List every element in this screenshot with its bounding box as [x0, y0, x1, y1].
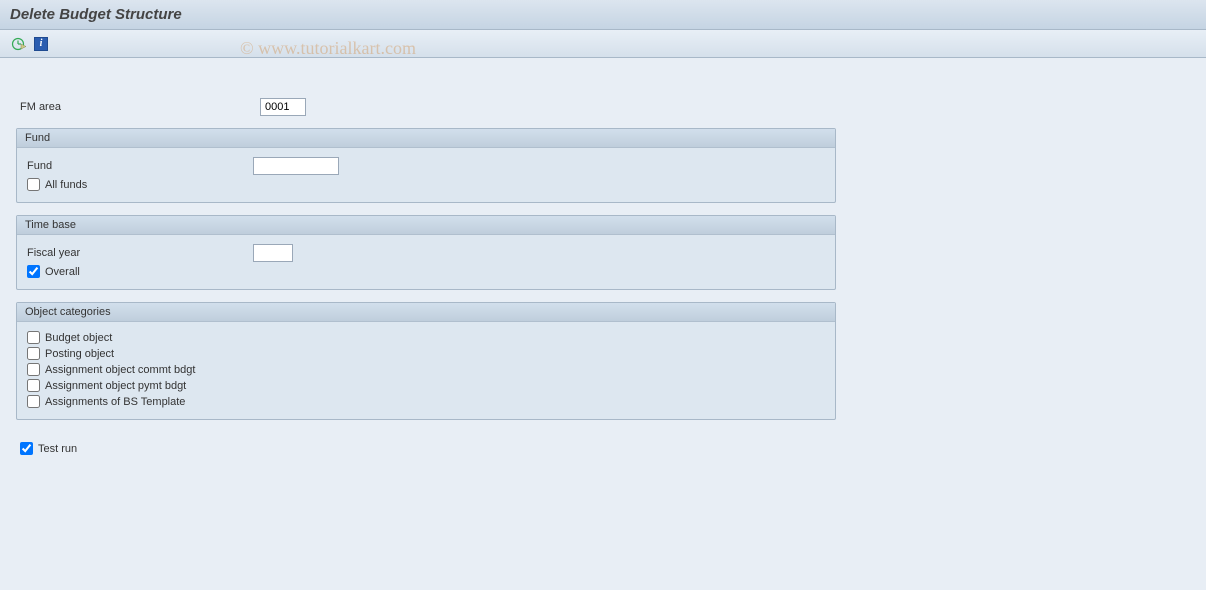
execute-icon[interactable]	[10, 35, 28, 53]
overall-row: Overall	[27, 265, 825, 278]
test-run-row: Test run	[20, 442, 1190, 455]
fund-input[interactable]	[253, 157, 339, 175]
posting-object-label: Posting object	[45, 348, 114, 360]
time-base-title: Time base	[17, 216, 835, 235]
title-bar: Delete Budget Structure	[0, 0, 1206, 30]
assign-pymt-label: Assignment object pymt bdgt	[45, 380, 186, 392]
assign-commt-checkbox[interactable]	[27, 363, 40, 376]
fiscal-year-row: Fiscal year	[27, 244, 825, 262]
assign-commt-row: Assignment object commt bdgt	[27, 363, 825, 376]
overall-checkbox[interactable]	[27, 265, 40, 278]
test-run-label: Test run	[38, 443, 77, 455]
assign-commt-label: Assignment object commt bdgt	[45, 364, 195, 376]
posting-object-row: Posting object	[27, 347, 825, 360]
fm-area-label: FM area	[20, 101, 260, 113]
fm-area-row: FM area	[16, 98, 1190, 116]
overall-label: Overall	[45, 266, 80, 278]
budget-object-label: Budget object	[45, 332, 112, 344]
assign-bs-template-label: Assignments of BS Template	[45, 396, 185, 408]
time-base-group: Time base Fiscal year Overall	[16, 215, 836, 290]
all-funds-checkbox[interactable]	[27, 178, 40, 191]
fund-field-row: Fund	[27, 157, 825, 175]
assign-bs-template-checkbox[interactable]	[27, 395, 40, 408]
assign-bs-template-row: Assignments of BS Template	[27, 395, 825, 408]
info-icon[interactable]: i	[34, 37, 48, 51]
content-area: FM area Fund Fund All funds Time base Fi…	[0, 58, 1206, 474]
fund-group-title: Fund	[17, 129, 835, 148]
fund-group: Fund Fund All funds	[16, 128, 836, 203]
assign-pymt-checkbox[interactable]	[27, 379, 40, 392]
assign-pymt-row: Assignment object pymt bdgt	[27, 379, 825, 392]
fund-label: Fund	[27, 160, 253, 172]
fiscal-year-input[interactable]	[253, 244, 293, 262]
object-categories-title: Object categories	[17, 303, 835, 322]
fm-area-input[interactable]	[260, 98, 306, 116]
page-title: Delete Budget Structure	[10, 6, 182, 23]
all-funds-label: All funds	[45, 179, 87, 191]
posting-object-checkbox[interactable]	[27, 347, 40, 360]
toolbar: i	[0, 30, 1206, 58]
object-categories-group: Object categories Budget object Posting …	[16, 302, 836, 420]
budget-object-checkbox[interactable]	[27, 331, 40, 344]
budget-object-row: Budget object	[27, 331, 825, 344]
test-run-checkbox[interactable]	[20, 442, 33, 455]
all-funds-row: All funds	[27, 178, 825, 191]
fiscal-year-label: Fiscal year	[27, 247, 253, 259]
